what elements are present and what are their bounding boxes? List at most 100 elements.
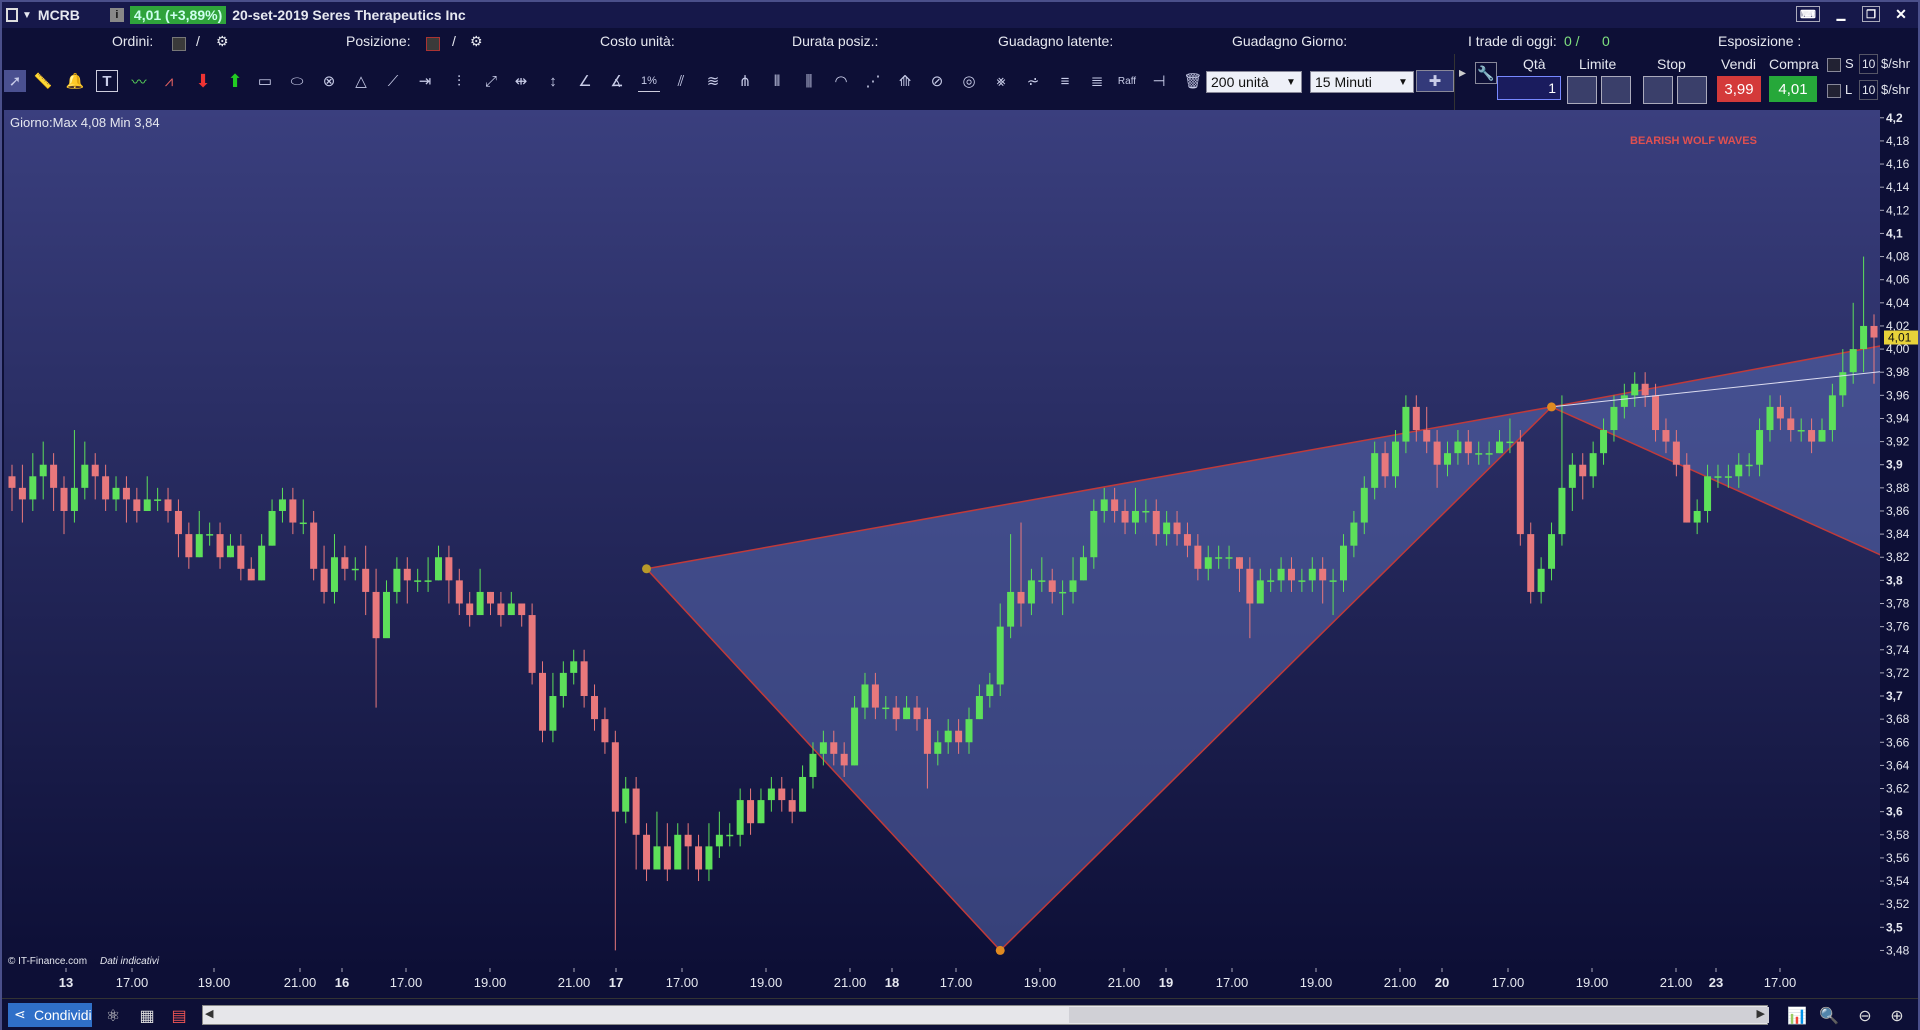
chart-stats-icon[interactable]: 📊 <box>1786 1005 1808 1027</box>
candle[interactable] <box>611 742 619 812</box>
table-icon[interactable]: ▦ <box>136 1005 158 1027</box>
short-qty[interactable]: 10 <box>1859 54 1879 74</box>
ellipse-icon[interactable]: ⬭ <box>286 70 308 92</box>
candle[interactable] <box>341 557 349 569</box>
candle[interactable] <box>445 557 453 581</box>
candle[interactable] <box>601 719 609 743</box>
candle[interactable] <box>289 499 297 523</box>
candle[interactable] <box>736 800 744 835</box>
candle[interactable] <box>1183 534 1191 546</box>
add-indicator-icon[interactable]: ✚ <box>1416 70 1454 92</box>
candle[interactable] <box>81 464 89 488</box>
candle[interactable] <box>154 499 162 501</box>
candle[interactable] <box>1152 510 1160 535</box>
fib-extension-icon[interactable]: ≣ <box>1086 70 1108 92</box>
info-icon[interactable]: i <box>109 8 124 22</box>
candle[interactable] <box>1756 430 1764 465</box>
sell-arrow-icon[interactable]: ⬇ <box>192 70 214 92</box>
candle[interactable] <box>632 788 640 835</box>
candle[interactable] <box>799 776 807 812</box>
candle[interactable] <box>1027 580 1035 604</box>
spiral-icon[interactable]: ◎ <box>958 70 980 92</box>
scroll-right-icon[interactable]: ▶ <box>1757 1007 1765 1020</box>
candle[interactable] <box>320 568 328 592</box>
candle[interactable] <box>1277 568 1285 581</box>
candle[interactable] <box>861 684 869 708</box>
candle[interactable] <box>1776 406 1784 419</box>
trash-icon[interactable]: 🗑 <box>1182 70 1204 92</box>
candle[interactable] <box>195 534 203 558</box>
candle[interactable] <box>653 846 661 870</box>
candle[interactable] <box>1516 441 1524 535</box>
candle[interactable] <box>1683 464 1691 523</box>
candle[interactable] <box>206 534 214 536</box>
ordini-settings-icon[interactable]: ⚙ <box>216 33 229 50</box>
fib-raff-icon[interactable]: Raff <box>1116 70 1138 92</box>
candle[interactable] <box>1527 534 1535 592</box>
channel-icon[interactable]: ⫽ <box>670 70 692 92</box>
ruler-channel-icon[interactable]: ⊣ <box>1148 70 1170 92</box>
share-button[interactable]: ⋖ Condividi <box>8 1003 92 1027</box>
candle[interactable] <box>549 696 557 731</box>
candle[interactable] <box>476 591 484 616</box>
vertical-measure-icon[interactable]: ↕ <box>542 70 564 92</box>
chevron-down-icon[interactable]: ▼ <box>22 10 32 21</box>
wrench-icon[interactable]: 🔧 <box>1475 62 1497 84</box>
gann-fan-icon[interactable]: ⟰ <box>894 70 916 92</box>
candle[interactable] <box>1787 418 1795 431</box>
fan-icon[interactable]: ⋰ <box>862 70 884 92</box>
candle[interactable] <box>1059 591 1067 594</box>
price-axis[interactable]: 4,24,184,164,144,124,14,084,064,044,024,… <box>1880 110 1918 968</box>
candle[interactable] <box>1069 580 1077 592</box>
candle[interactable] <box>705 846 713 870</box>
candle[interactable] <box>1360 487 1368 523</box>
line-chart-icon[interactable]: 〰 <box>128 70 150 92</box>
candle[interactable] <box>1870 325 1878 338</box>
ruler-icon[interactable]: 📏 <box>32 70 54 92</box>
trendline-icon[interactable]: ⟋ <box>382 70 404 92</box>
candle[interactable] <box>91 464 99 477</box>
candle[interactable] <box>1038 580 1046 582</box>
text-icon[interactable]: T <box>96 70 118 92</box>
candle[interactable] <box>1173 522 1181 535</box>
candle[interactable] <box>1371 453 1379 488</box>
candle[interactable] <box>1381 453 1389 477</box>
short-checkbox[interactable] <box>1827 58 1841 72</box>
candle[interactable] <box>1121 510 1129 523</box>
candle[interactable] <box>570 661 578 673</box>
candle[interactable] <box>767 788 775 801</box>
candle[interactable] <box>528 615 536 673</box>
candle[interactable] <box>715 834 723 847</box>
candle[interactable] <box>1849 349 1857 373</box>
candle[interactable] <box>1808 430 1816 442</box>
candle[interactable] <box>830 742 838 754</box>
gann-grid-icon[interactable]: ⩫ <box>1022 70 1044 92</box>
scroll-left-icon[interactable]: ◀ <box>205 1007 213 1020</box>
candle[interactable] <box>747 800 755 824</box>
minimize-button[interactable]: ▁ <box>1832 6 1850 22</box>
candle[interactable] <box>1423 430 1431 442</box>
candle[interactable] <box>1287 568 1295 581</box>
angle-icon[interactable]: ∠ <box>574 70 596 92</box>
candle[interactable] <box>1308 568 1316 581</box>
candle[interactable] <box>1235 557 1243 569</box>
candle[interactable] <box>913 707 921 720</box>
candle[interactable] <box>1860 325 1868 350</box>
candle[interactable] <box>1433 441 1441 465</box>
limite-sell-button[interactable] <box>1601 76 1631 104</box>
candle[interactable] <box>559 672 567 697</box>
candle[interactable] <box>1568 464 1576 488</box>
wolf-point[interactable] <box>995 945 1005 955</box>
candle[interactable] <box>1735 464 1743 477</box>
candle[interactable] <box>1267 580 1275 582</box>
candle[interactable] <box>1496 441 1504 454</box>
candle[interactable] <box>580 661 588 697</box>
candle[interactable] <box>840 753 848 766</box>
restore-button[interactable]: ❐ <box>1862 6 1880 22</box>
close-button[interactable]: ✕ <box>1892 6 1910 22</box>
candle[interactable] <box>112 487 120 500</box>
sell-button[interactable]: 3,99 <box>1717 76 1761 102</box>
candle[interactable] <box>1225 557 1233 559</box>
candle[interactable] <box>18 487 26 500</box>
indicator-icon[interactable]: ⚛ <box>102 1005 124 1027</box>
